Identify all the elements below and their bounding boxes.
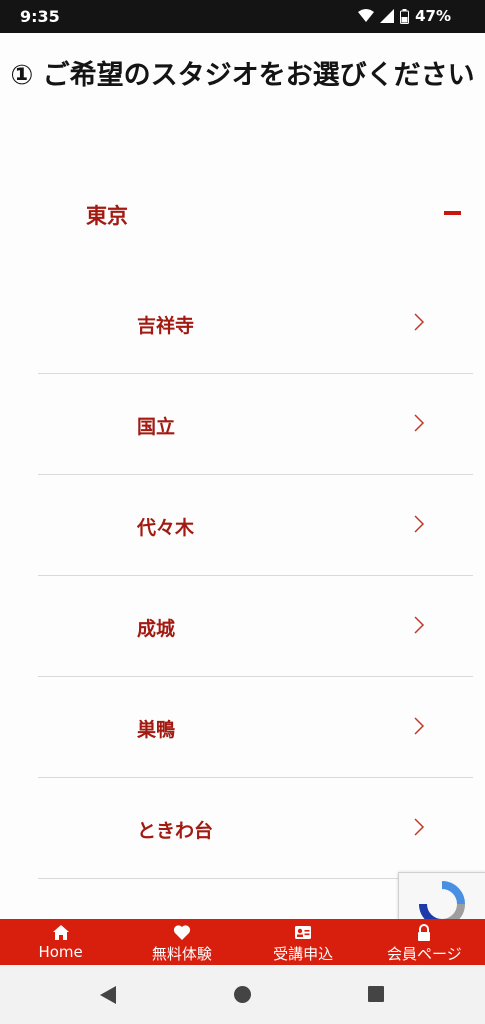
collapse-icon[interactable] — [444, 211, 461, 215]
status-bar: 9:35 47% — [0, 0, 485, 33]
nav-member-label: 会員ページ — [387, 945, 462, 963]
chevron-right-icon — [414, 313, 425, 331]
chevron-right-icon — [414, 414, 425, 432]
studio-label: 成城 — [137, 618, 176, 640]
studio-item[interactable]: 代々木 — [38, 475, 473, 576]
status-time: 9:35 — [20, 7, 60, 26]
nav-trial[interactable]: 無料体験 — [121, 919, 242, 965]
battery-icon — [400, 8, 410, 24]
nav-trial-label: 無料体験 — [151, 945, 212, 963]
id-card-icon — [295, 926, 312, 939]
chevron-right-icon — [414, 515, 425, 533]
studio-item[interactable]: 巣鴨 — [38, 677, 473, 778]
region-name[interactable]: 東京 — [86, 200, 128, 230]
home-icon — [52, 925, 69, 940]
chevron-right-icon — [414, 818, 425, 836]
chevron-right-icon — [414, 616, 425, 634]
bottom-nav: Home 無料体験 受講申込 会員ページ — [0, 919, 485, 965]
studio-item[interactable]: 成城 — [38, 576, 473, 677]
nav-home[interactable]: Home — [0, 919, 121, 965]
nav-member[interactable]: 会員ページ — [364, 919, 485, 965]
nav-apply-label: 受講申込 — [273, 945, 334, 963]
recents-icon[interactable] — [367, 985, 385, 1003]
heart-icon — [173, 925, 190, 940]
status-icons: 47% — [358, 7, 451, 25]
wifi-icon — [358, 9, 375, 22]
studio-label: 国立 — [137, 416, 176, 438]
studio-label: 巣鴨 — [137, 719, 176, 741]
studio-item[interactable]: 国立 — [38, 374, 473, 475]
studio-label: 代々木 — [137, 517, 195, 539]
studio-label: ときわ台 — [137, 820, 214, 842]
system-nav-bar — [0, 965, 485, 1024]
nav-home-label: Home — [38, 943, 83, 961]
lock-icon — [418, 924, 431, 941]
studio-item[interactable]: ときわ台 — [38, 778, 473, 879]
studio-label: 吉祥寺 — [137, 315, 195, 337]
home-nav-icon[interactable] — [233, 985, 252, 1004]
battery-percent: 47% — [415, 7, 451, 25]
studio-item[interactable]: 吉祥寺 — [38, 273, 473, 374]
back-icon[interactable] — [99, 985, 117, 1005]
page-title: ① ご希望のスタジオをお選びください — [10, 60, 475, 91]
signal-icon — [380, 9, 395, 23]
nav-apply[interactable]: 受講申込 — [243, 919, 364, 965]
chevron-right-icon — [414, 717, 425, 735]
